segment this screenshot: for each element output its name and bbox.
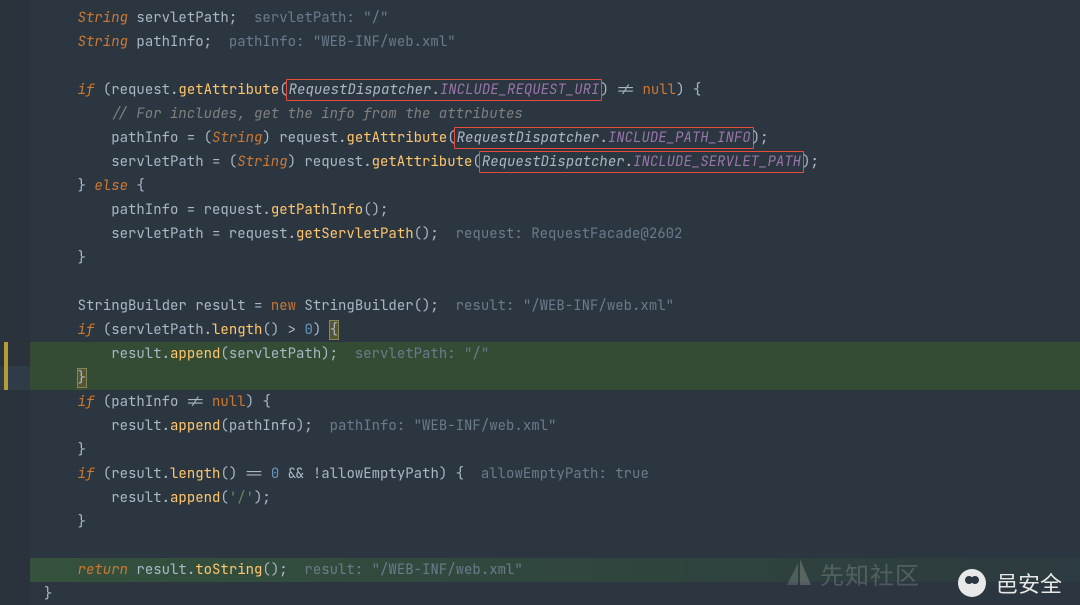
code-line: result.append('/'); [30, 486, 1080, 510]
watermark-background-text: 先知社区 [820, 556, 920, 591]
code-line: if (result.length() == 0 && !allowEmptyP… [30, 462, 1080, 486]
code-line: result.append(pathInfo); pathInfo: "WEB-… [30, 414, 1080, 438]
watermark-main: 邑安全 [958, 567, 1062, 599]
code-line: // For includes, get the info from the a… [30, 102, 1080, 126]
code-line: } else { [30, 174, 1080, 198]
code-editor[interactable]: String servletPath; servletPath: "/" Str… [0, 0, 1080, 605]
code-line: if (pathInfo != null) { [30, 390, 1080, 414]
gutter-mark [4, 366, 8, 390]
code-line: pathInfo = request.getPathInfo(); [30, 198, 1080, 222]
code-line: String pathInfo; pathInfo: "WEB-INF/web.… [30, 30, 1080, 54]
highlight-box: RequestDispatcher.INCLUDE_SERVLET_PATH [479, 151, 804, 173]
code-line: } [30, 510, 1080, 534]
code-line: } [30, 582, 1080, 605]
code-line-highlighted: result.append(servletPath); servletPath:… [30, 342, 1080, 366]
gutter [0, 0, 30, 605]
highlight-box: RequestDispatcher.INCLUDE_REQUEST_URI [286, 79, 603, 101]
watermark-logo-icon [784, 559, 814, 589]
watermark-background: 先知社区 [784, 556, 920, 591]
wechat-icon [958, 569, 986, 597]
code-line: String servletPath; servletPath: "/" [30, 6, 1080, 30]
code-line-return: return result.toString(); result: "/WEB-… [30, 558, 1080, 582]
code-line: if (servletPath.length() > 0) { [30, 318, 1080, 342]
code-line [30, 270, 1080, 294]
code-line: pathInfo = (String) request.getAttribute… [30, 126, 1080, 150]
code-line: } [30, 246, 1080, 270]
gutter-mark [4, 342, 8, 366]
code-area[interactable]: String servletPath; servletPath: "/" Str… [30, 0, 1080, 605]
code-line [30, 54, 1080, 78]
code-line: if (request.getAttribute(RequestDispatch… [30, 78, 1080, 102]
code-line: StringBuilder result = new StringBuilder… [30, 294, 1080, 318]
code-line: servletPath = request.getServletPath(); … [30, 222, 1080, 246]
highlight-box: RequestDispatcher.INCLUDE_PATH_INFO [454, 127, 754, 149]
brace-match-open: { [330, 321, 338, 339]
brace-match-close: } [78, 369, 86, 387]
code-line: } [30, 438, 1080, 462]
code-line [30, 534, 1080, 558]
watermark-main-text: 邑安全 [996, 567, 1062, 599]
code-line-caret: } [30, 366, 1080, 390]
code-line: servletPath = (String) request.getAttrib… [30, 150, 1080, 174]
